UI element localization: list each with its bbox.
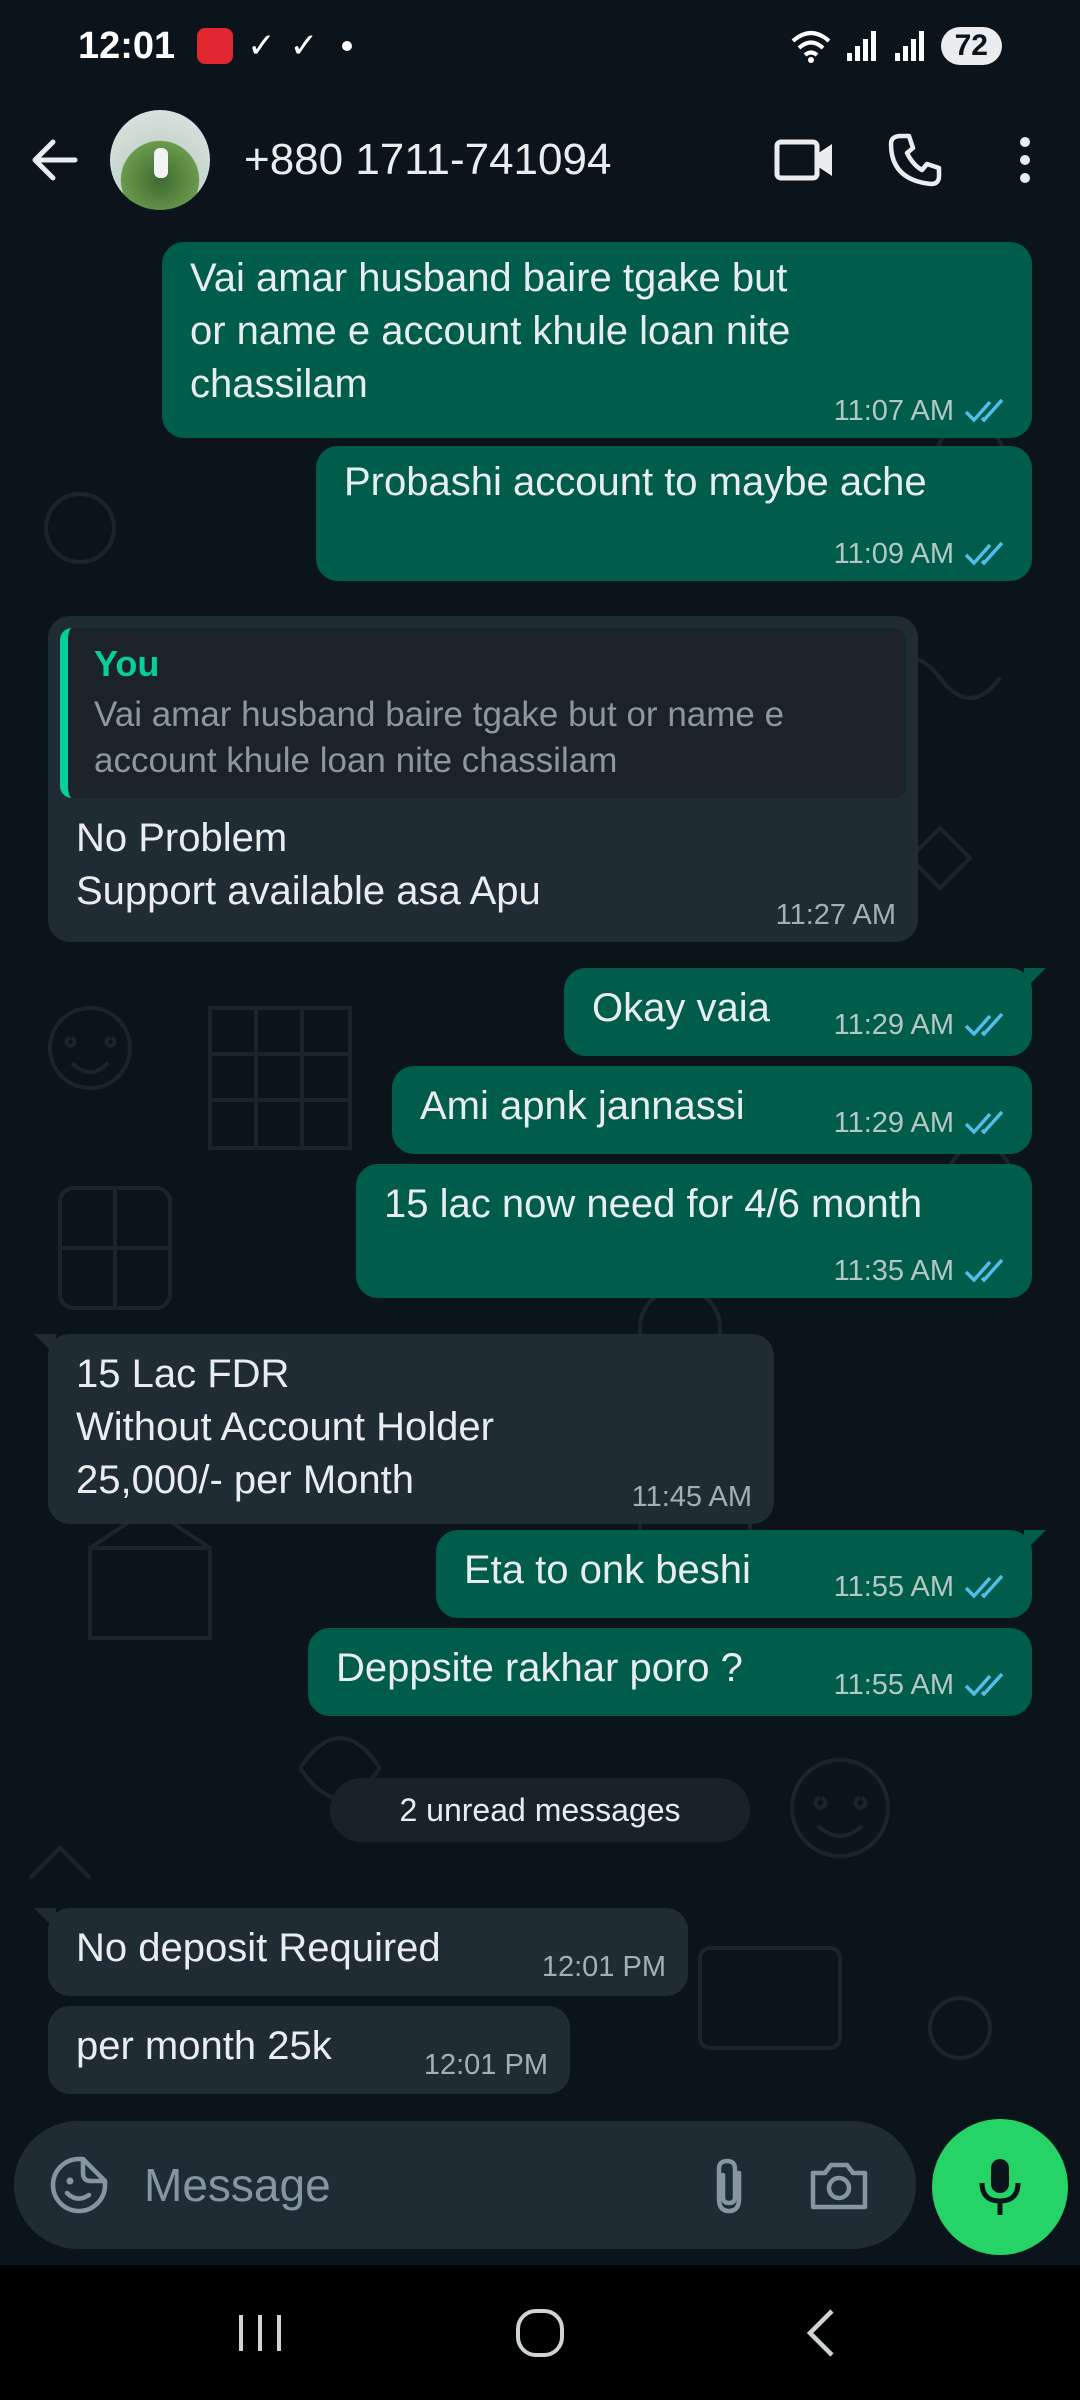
signal-icon [894, 31, 924, 61]
back-arrow-icon [32, 139, 78, 181]
read-receipt-icon [964, 1258, 1004, 1283]
bubble-tail [1024, 968, 1046, 990]
message-meta: 11:09 AM [834, 537, 1010, 571]
message-bubble-incoming[interactable]: 15 Lac FDR Without Account Holder 25,000… [34, 1334, 774, 1524]
message-time: 12:01 PM [541, 1951, 666, 1983]
more-options-button[interactable] [970, 92, 1080, 228]
message-bubble-incoming[interactable]: per month 25k 12:01 PM [48, 2006, 570, 2094]
quote-author: You [94, 643, 160, 684]
voice-message-button[interactable] [932, 2119, 1068, 2255]
recent-apps-button[interactable] [200, 2283, 320, 2383]
message-text: Probashi account to maybe ache [344, 460, 927, 504]
bubble-tail [34, 1334, 56, 1356]
message-meta: 11:35 AM [834, 1254, 1010, 1288]
quoted-message[interactable]: You Vai amar husband baire tgake but or … [60, 628, 906, 798]
message-bubble-outgoing[interactable]: Okay vaia 11:29 AM [564, 968, 1046, 1056]
message-bubble-outgoing[interactable]: Deppsite rakhar poro ? 11:55 AM [308, 1628, 1032, 1716]
camera-button[interactable] [784, 2121, 894, 2249]
message-bubble-outgoing[interactable]: Eta to onk beshi 11:55 AM [436, 1530, 1046, 1618]
message-time: 11:35 AM [833, 1255, 954, 1287]
bubble-tail [1024, 1530, 1046, 1552]
recent-apps-icon [239, 2314, 281, 2351]
read-receipt-icon [964, 541, 1004, 566]
more-vert-icon [1020, 137, 1030, 183]
message-meta: 11:55 AM [834, 1668, 1010, 1702]
message-time: 11:29 AM [833, 1009, 954, 1041]
battery-icon: 72 [940, 27, 1002, 65]
message-time: 11:55 AM [833, 1669, 954, 1701]
message-time: 11:07 AM [833, 395, 954, 427]
status-notifications: ✓ ✓ [197, 26, 353, 66]
chat-area[interactable]: Vai amar husband baire tgake but or name… [0, 228, 1080, 2115]
attach-button[interactable] [674, 2121, 784, 2249]
message-text: 15 lac now need for 4/6 month [384, 1182, 923, 1226]
message-time: 11:55 AM [833, 1571, 954, 1603]
signal-icon [846, 31, 876, 61]
message-meta: 12:01 PM [424, 2048, 548, 2082]
system-navigation-bar [0, 2265, 1080, 2400]
status-right: 72 [791, 27, 1002, 65]
message-time: 11:45 AM [631, 1481, 752, 1513]
system-back-button[interactable] [760, 2283, 880, 2383]
message-bubble-outgoing[interactable]: 15 lac now need for 4/6 month 11:35 AM [356, 1164, 1032, 1298]
dot-icon [342, 41, 353, 51]
video-call-icon [774, 139, 832, 181]
message-meta: 11:07 AM [834, 394, 1010, 428]
home-button[interactable] [480, 2283, 600, 2383]
attach-icon [716, 2158, 742, 2214]
message-bubble-outgoing[interactable]: Ami apnk jannassi 11:29 AM [392, 1066, 1032, 1154]
check-icon: ✓ [247, 27, 276, 65]
message-time: 11:29 AM [833, 1107, 954, 1139]
back-icon [806, 2308, 834, 2357]
status-time: 12:01 [78, 24, 176, 67]
mic-icon [979, 2159, 1021, 2215]
read-receipt-icon [964, 1012, 1004, 1037]
camera-icon [810, 2162, 868, 2210]
message-composer [14, 2121, 916, 2249]
voice-call-button[interactable] [860, 92, 970, 228]
message-bubble-outgoing[interactable]: Vai amar husband baire tgake but or name… [162, 242, 1032, 438]
unread-messages-divider: 2 unread messages [330, 1778, 750, 1842]
emoji-button[interactable] [14, 2121, 144, 2249]
chat-header: +880 1711-741094 [0, 92, 1080, 228]
check-icon: ✓ [289, 27, 319, 65]
message-time: 12:01 PM [423, 2049, 548, 2081]
avatar[interactable] [110, 110, 210, 210]
phone-icon [888, 133, 942, 187]
contact-name[interactable]: +880 1711-741094 [244, 135, 750, 185]
message-meta: 11:45 AM [632, 1480, 752, 1514]
message-meta: 12:01 PM [542, 1950, 666, 1984]
read-receipt-icon [964, 398, 1004, 423]
message-bubble-incoming[interactable]: No deposit Required 12:01 PM [34, 1908, 688, 1996]
app-notification-icon [197, 28, 234, 64]
message-time: 11:27 AM [775, 899, 896, 931]
home-icon [516, 2308, 564, 2357]
status-bar: 12:01 ✓ ✓ 72 [0, 0, 1080, 92]
message-meta: 11:27 AM [776, 898, 896, 932]
read-receipt-icon [964, 1672, 1004, 1697]
message-input[interactable] [144, 2158, 674, 2212]
back-button[interactable] [0, 92, 110, 228]
message-time: 11:09 AM [833, 538, 954, 570]
quote-text: Vai amar husband baire tgake but or name… [94, 695, 785, 780]
message-meta: 11:55 AM [834, 1570, 1010, 1604]
emoji-icon [50, 2156, 108, 2214]
message-meta: 11:29 AM [834, 1106, 1010, 1140]
read-receipt-icon [964, 1574, 1004, 1599]
message-meta: 11:29 AM [834, 1008, 1010, 1042]
video-call-button[interactable] [750, 92, 860, 228]
message-text: No Problem Support available asa Apu [76, 816, 541, 913]
message-bubble-outgoing[interactable]: Probashi account to maybe ache 11:09 AM [316, 446, 1032, 581]
message-bubble-incoming[interactable]: You Vai amar husband baire tgake but or … [48, 616, 918, 942]
bubble-tail [34, 1908, 56, 1930]
read-receipt-icon [964, 1110, 1004, 1135]
composer [0, 2115, 1080, 2265]
wifi-icon [791, 31, 830, 63]
